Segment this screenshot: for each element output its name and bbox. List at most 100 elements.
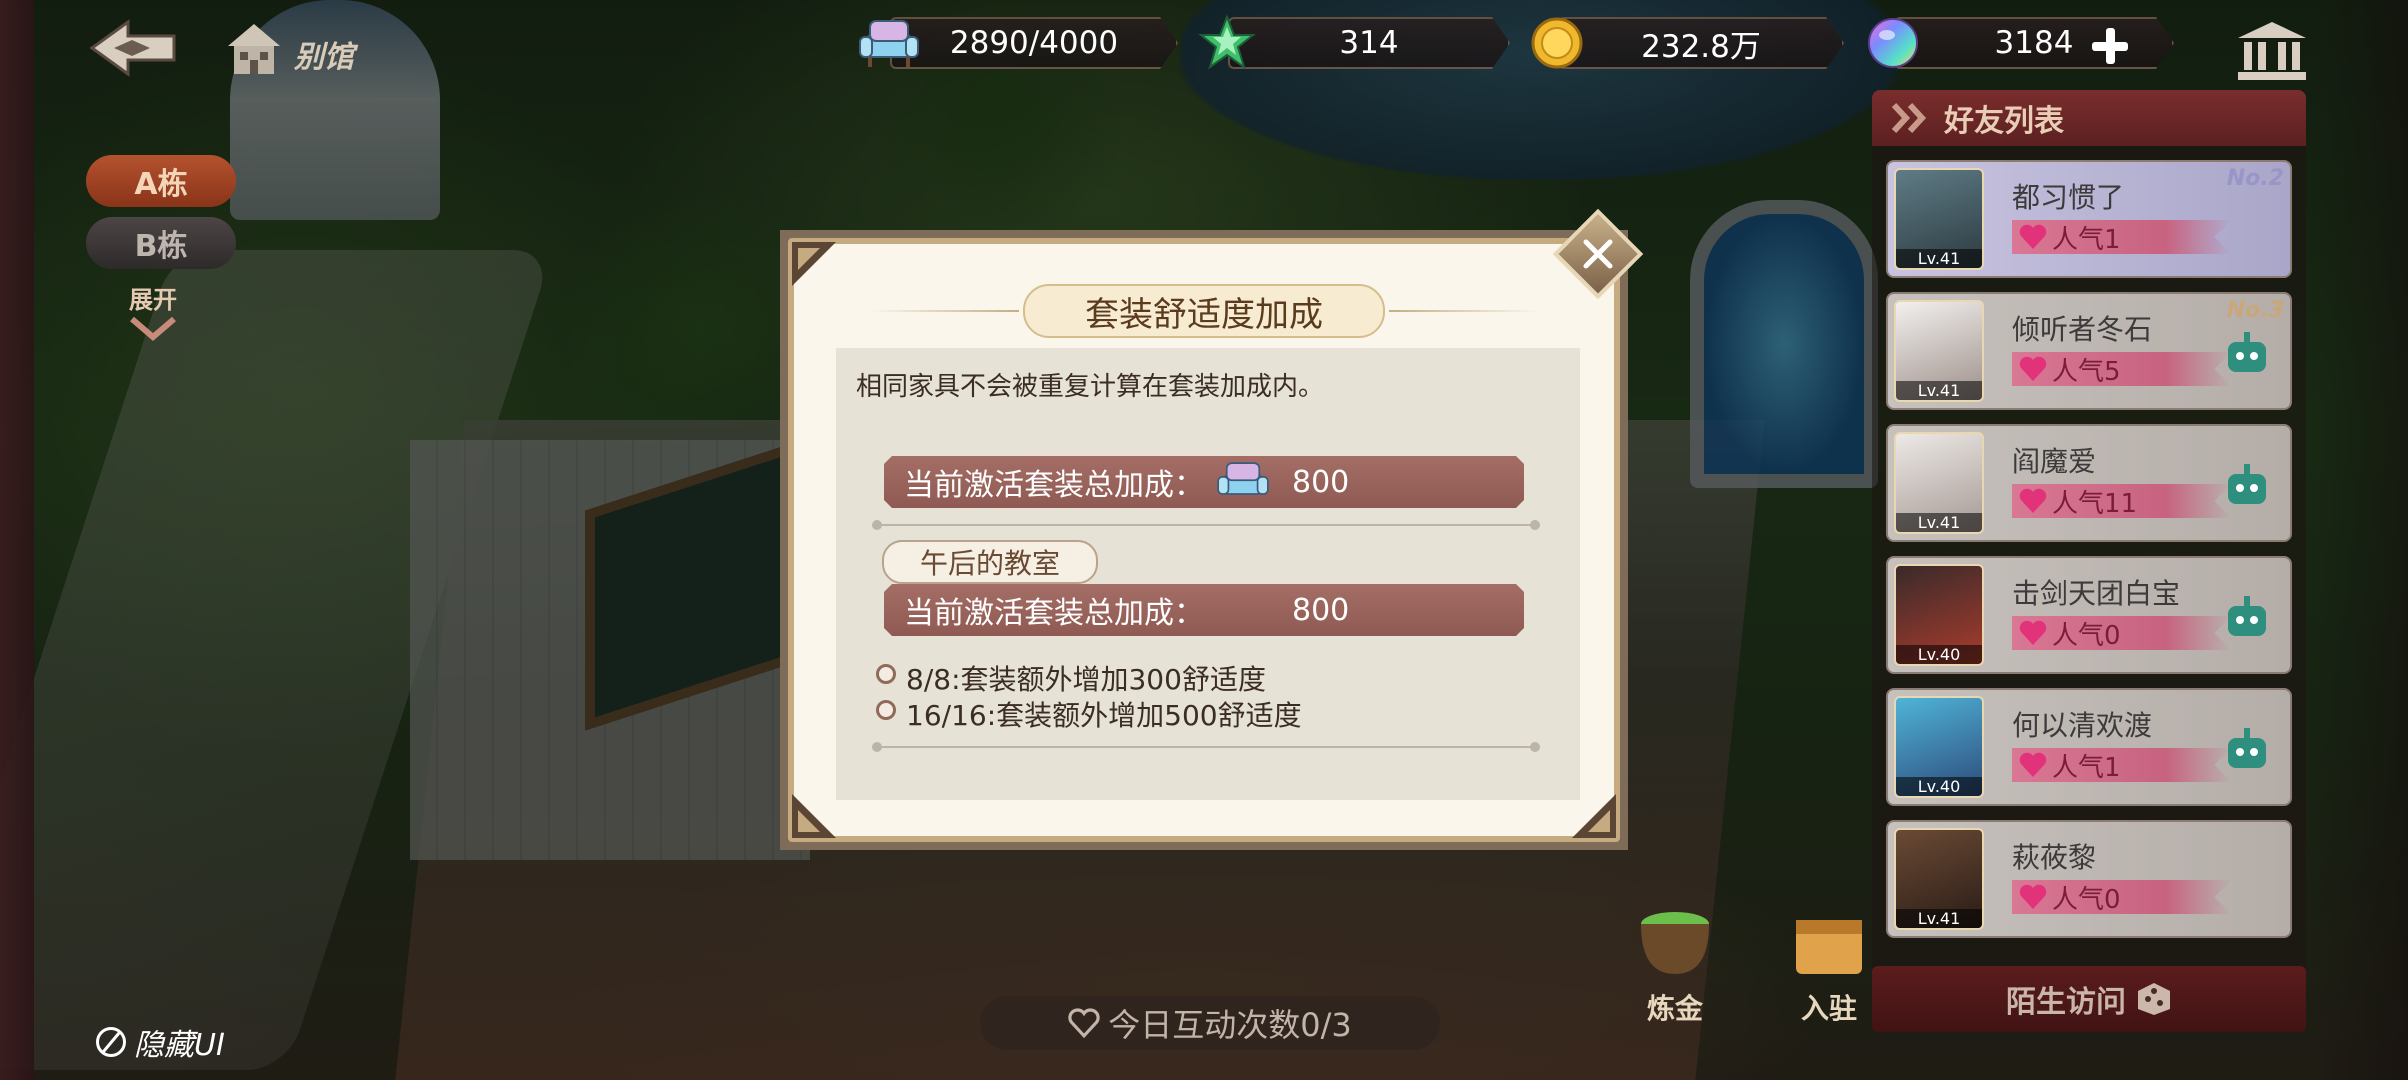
friend-item[interactable]: Lv.41 萩莜黎 人气0 xyxy=(1886,820,2292,938)
avatar: Lv.41 xyxy=(1894,168,1984,270)
heart-outline-icon xyxy=(1068,1008,1100,1038)
heart-icon xyxy=(2019,356,2047,381)
popularity-value: 人气11 xyxy=(2052,488,2138,519)
set-comfort-bonus-dialog: 套装舒适度加成 相同家具不会被重复计算在套装加成内。 当前激活套装总加成： 80… xyxy=(780,230,1628,850)
popularity-badge: 人气0 xyxy=(2012,616,2232,650)
sofa-icon xyxy=(1214,458,1272,506)
divider xyxy=(872,520,1540,530)
chevron-down-icon xyxy=(130,316,176,341)
expand-button[interactable]: 展开 xyxy=(128,280,178,351)
avatar: Lv.40 xyxy=(1894,564,1984,666)
radio-indicator xyxy=(876,664,896,684)
friend-item[interactable]: Lv.41 倾听者冬石 人气5 No.3 xyxy=(1886,292,2292,410)
hide-ui-label: 隐藏UI xyxy=(134,1028,225,1063)
friend-level: Lv.41 xyxy=(1896,249,1982,268)
avatar: Lv.41 xyxy=(1894,432,1984,534)
friend-level: Lv.41 xyxy=(1896,513,1982,532)
resource-gold: 232.8万 xyxy=(1526,18,1844,68)
tab-building-a[interactable]: A栋 xyxy=(86,155,236,207)
resource-star: 314 xyxy=(1196,14,1510,70)
friend-level: Lv.41 xyxy=(1896,381,1982,400)
resource-sofa-value: 2890/4000 xyxy=(890,17,1178,69)
popularity-badge: 人气11 xyxy=(2012,484,2232,518)
friend-item[interactable]: Lv.40 击剑天团白宝 人气0 xyxy=(1886,556,2292,674)
set-bonus-value: 800 xyxy=(1292,592,1350,628)
set-name-tag: 午后的教室 xyxy=(882,540,1099,584)
friend-list-panel: 好友列表 Lv.41 都习惯了 人气1 No.2 Lv.41 倾听者冬石 人气5… xyxy=(1872,90,2306,1070)
resource-gem-value: 3184 xyxy=(1894,17,2174,69)
total-bonus-bar: 当前激活套装总加成： 800 xyxy=(884,456,1524,508)
cauldron-icon xyxy=(1641,912,1709,974)
resource-star-value: 314 xyxy=(1228,17,1510,69)
dialog-body: 相同家具不会被重复计算在套装加成内。 当前激活套装总加成： 800 午后的教室 … xyxy=(836,348,1580,800)
condition-item: 16/16:套装额外增加500舒适度 xyxy=(876,694,1302,734)
friend-level: Lv.41 xyxy=(1896,909,1982,928)
friend-list-header: 好友列表 xyxy=(1872,90,2306,146)
friend-name: 萩莜黎 xyxy=(2012,841,2097,874)
popularity-value: 人气0 xyxy=(2052,884,2121,915)
condition-item: 8/8:套装额外增加300舒适度 xyxy=(876,658,1266,698)
friend-name: 击剑天团白宝 xyxy=(2012,577,2181,610)
dialog-frame: 套装舒适度加成 相同家具不会被重复计算在套装加成内。 当前激活套装总加成： 80… xyxy=(788,238,1620,842)
title-divider xyxy=(1389,310,1539,312)
sofa-icon xyxy=(858,12,920,74)
back-icon[interactable] xyxy=(88,18,180,78)
avatar: Lv.41 xyxy=(1894,828,1984,930)
avatar: Lv.40 xyxy=(1894,696,1984,798)
stranger-visit-label: 陌生访问 xyxy=(2006,985,2126,1020)
robot-icon[interactable] xyxy=(2220,726,2274,774)
popularity-value: 人气1 xyxy=(2052,752,2121,783)
friend-name: 都习惯了 xyxy=(2012,181,2125,214)
annex-label: 别馆 xyxy=(294,40,354,75)
divider xyxy=(872,742,1540,752)
ban-icon xyxy=(96,1027,126,1057)
dialog-header: 套装舒适度加成 xyxy=(794,284,1614,338)
radio-indicator xyxy=(876,700,896,720)
set-bonus-bar: 当前激活套装总加成： 800 xyxy=(884,584,1524,636)
resource-sofa: 2890/4000 xyxy=(858,18,1178,68)
popularity-value: 人气1 xyxy=(2052,224,2121,255)
robot-icon[interactable] xyxy=(2220,594,2274,642)
star-icon xyxy=(1196,12,1258,74)
heart-icon xyxy=(2019,884,2047,909)
corner-ornament-icon xyxy=(792,242,836,286)
resource-gold-value: 232.8万 xyxy=(1558,17,1844,69)
bank-icon[interactable] xyxy=(2234,18,2310,82)
friend-list[interactable]: Lv.41 都习惯了 人气1 No.2 Lv.41 倾听者冬石 人气5 No.3… xyxy=(1872,146,2306,986)
box-icon xyxy=(1796,920,1862,974)
alchemy-button[interactable]: 炼金 xyxy=(1630,900,1720,1027)
tab-building-b[interactable]: B栋 xyxy=(86,217,236,269)
popularity-badge: 人气0 xyxy=(2012,880,2232,914)
friend-item[interactable]: Lv.40 何以清欢渡 人气1 xyxy=(1886,688,2292,806)
stranger-visit-button[interactable]: 陌生访问 xyxy=(1872,966,2306,1032)
popularity-badge: 人气1 xyxy=(2012,748,2232,782)
dice-icon xyxy=(2138,983,2170,1015)
left-edge-frame xyxy=(0,0,34,1080)
friend-level: Lv.40 xyxy=(1896,777,1982,796)
friend-name: 何以清欢渡 xyxy=(2012,709,2153,742)
robot-icon[interactable] xyxy=(2220,330,2274,378)
robot-icon[interactable] xyxy=(2220,462,2274,510)
hide-ui-button[interactable]: 隐藏UI xyxy=(96,1020,225,1064)
rainbow-gem-icon xyxy=(1862,12,1924,74)
dialog-title: 套装舒适度加成 xyxy=(1023,284,1385,338)
double-chevron-right-icon xyxy=(1891,102,1927,134)
annex-button[interactable]: 别馆 xyxy=(222,16,354,80)
friend-level: Lv.40 xyxy=(1896,645,1982,664)
corner-ornament-icon xyxy=(792,794,836,838)
condition-text: 16/16:套装额外增加500舒适度 xyxy=(906,699,1302,732)
popularity-value: 人气0 xyxy=(2052,620,2121,651)
move-in-label: 入驻 xyxy=(1800,992,1857,1025)
move-in-button[interactable]: 入驻 xyxy=(1784,900,1874,1027)
popularity-value: 人气5 xyxy=(2052,356,2121,387)
close-icon[interactable] xyxy=(1566,222,1630,286)
avatar: Lv.41 xyxy=(1894,300,1984,402)
house-icon xyxy=(228,24,280,74)
total-bonus-label: 当前激活套装总加成： xyxy=(904,468,1204,503)
gold-coin-icon xyxy=(1526,12,1588,74)
condition-text: 8/8:套装额外增加300舒适度 xyxy=(906,663,1266,696)
friend-item[interactable]: Lv.41 都习惯了 人气1 No.2 xyxy=(1886,160,2292,278)
interaction-count-label: 今日互动次数0/3 xyxy=(1108,1006,1352,1044)
friend-item[interactable]: Lv.41 阎魔爱 人气11 xyxy=(1886,424,2292,542)
plus-icon[interactable] xyxy=(2088,24,2132,68)
